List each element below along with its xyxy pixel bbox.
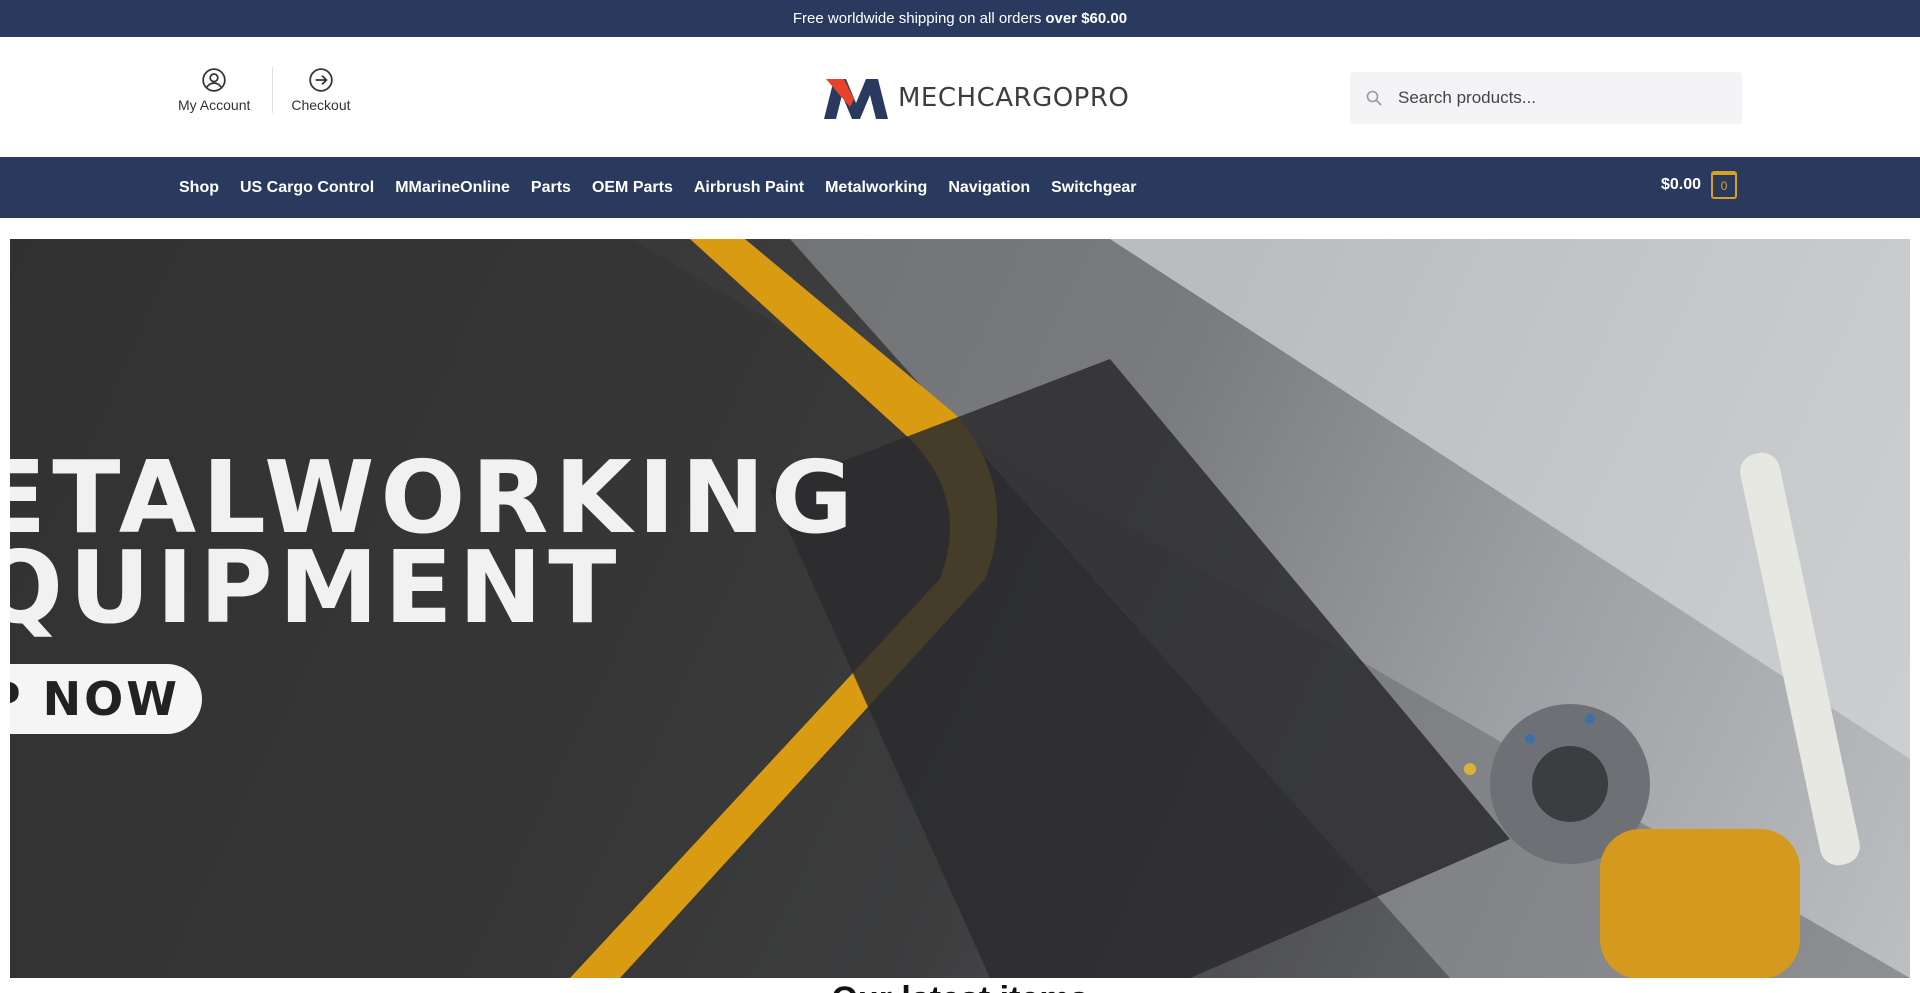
my-account-label: My Account [178, 97, 251, 113]
nav-item-metalworking[interactable]: Metalworking [825, 179, 927, 197]
my-account-link[interactable]: My Account [170, 67, 272, 113]
announcement-bar: Free worldwide shipping on all orders ov… [0, 0, 1920, 37]
hero-banner[interactable]: ETALWORKING QUIPMENT OP NOW [10, 239, 1910, 978]
announcement-text: Free worldwide shipping on all orders [792, 10, 1042, 27]
main-nav: Shop US Cargo Control MMarineOnline Part… [0, 157, 1920, 218]
search-box[interactable] [1350, 72, 1742, 124]
logo-mark-icon [824, 79, 888, 119]
nav-item-oem-parts[interactable]: OEM Parts [592, 179, 673, 197]
announcement-highlight: over $60.00 [1045, 10, 1128, 27]
section-title-latest-items: Our latest items [0, 980, 1920, 993]
hero-headline-line2: QUIPMENT [10, 529, 623, 646]
page: Free worldwide shipping on all orders ov… [0, 0, 1920, 993]
search-icon [1366, 90, 1382, 106]
cart-link[interactable]: $0.00 0 [1661, 171, 1738, 199]
cart-total: $0.00 [1661, 176, 1702, 193]
search-input[interactable] [1396, 87, 1720, 109]
arrow-circle-right-icon [309, 68, 333, 92]
checkout-label: Checkout [291, 97, 351, 113]
cart-count-badge: 0 [1711, 171, 1738, 199]
nav-item-mmarineonline[interactable]: MMarineOnline [395, 179, 510, 197]
hero-shop-now-button[interactable]: OP NOW [10, 664, 202, 734]
checkout-link[interactable]: Checkout [272, 67, 372, 113]
nav-item-us-cargo-control[interactable]: US Cargo Control [240, 179, 374, 197]
nav-menu: Shop US Cargo Control MMarineOnline Part… [179, 179, 1157, 197]
site-logo[interactable]: MECHCARGOPRO [824, 77, 1129, 119]
nav-item-shop[interactable]: Shop [179, 179, 219, 197]
nav-item-airbrush-paint[interactable]: Airbrush Paint [694, 179, 804, 197]
account-links: My Account Checkout [170, 67, 373, 113]
logo-text: MECHCARGOPRO [898, 83, 1130, 113]
nav-item-switchgear[interactable]: Switchgear [1051, 179, 1136, 197]
nav-item-parts[interactable]: Parts [531, 179, 571, 197]
site-header: My Account Checkout MECHCARGOPRO [0, 37, 1920, 157]
nav-item-navigation[interactable]: Navigation [948, 179, 1030, 197]
user-circle-icon [202, 68, 226, 92]
